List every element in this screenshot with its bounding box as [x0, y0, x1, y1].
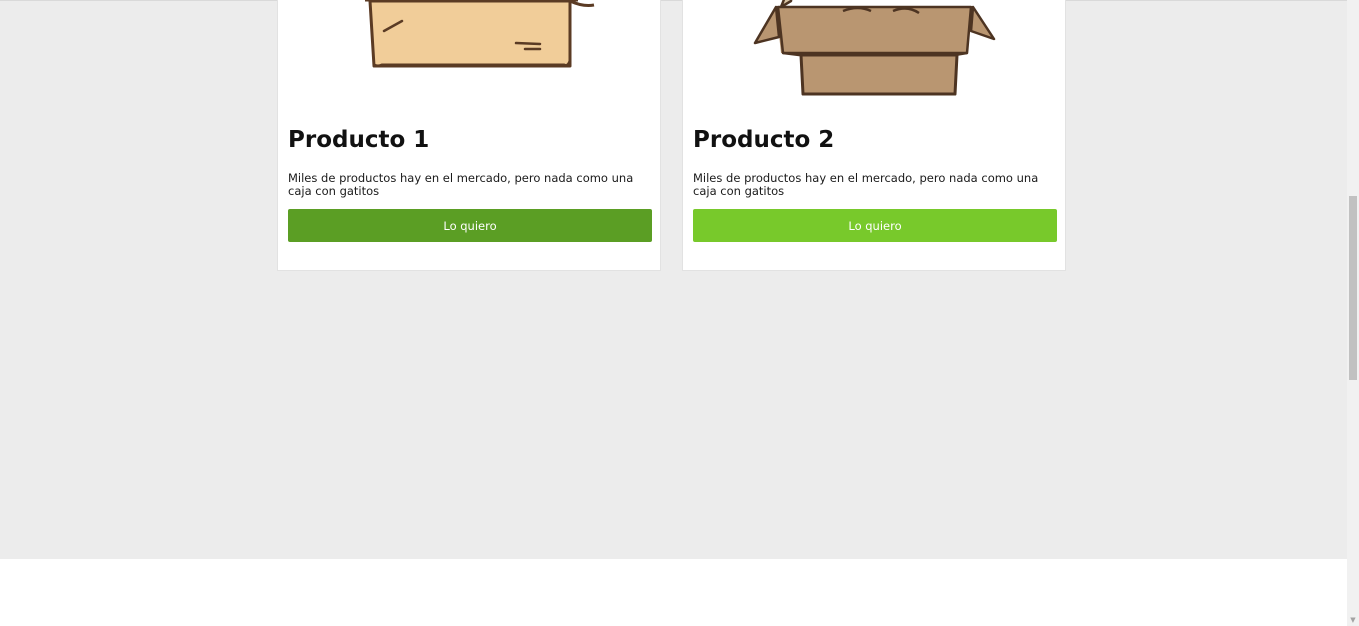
top-divider: [0, 0, 1347, 1]
footer: [0, 559, 1347, 626]
product-image-2: [683, 0, 1065, 111]
cardboard-box-with-cat-icon: [753, 0, 996, 96]
lo-quiero-button[interactable]: Lo quiero: [693, 209, 1057, 242]
product-image-1: [278, 0, 660, 111]
product-description: Miles de productos hay en el mercado, pe…: [288, 171, 634, 198]
product-description: Miles de productos hay en el mercado, pe…: [693, 171, 1039, 198]
product-title: Producto 1: [288, 127, 430, 153]
open-box-icon: [365, 0, 595, 68]
vertical-scrollbar[interactable]: ▼: [1347, 0, 1359, 626]
product-title: Producto 2: [693, 127, 835, 153]
scroll-down-arrow-icon[interactable]: ▼: [1347, 614, 1359, 626]
scroll-thumb[interactable]: [1349, 196, 1357, 380]
product-card-2: Producto 2 Miles de productos hay en el …: [682, 0, 1066, 271]
page: Producto 1 Miles de productos hay en el …: [0, 0, 1347, 626]
product-card-1: Producto 1 Miles de productos hay en el …: [277, 0, 661, 271]
lo-quiero-button[interactable]: Lo quiero: [288, 209, 652, 242]
